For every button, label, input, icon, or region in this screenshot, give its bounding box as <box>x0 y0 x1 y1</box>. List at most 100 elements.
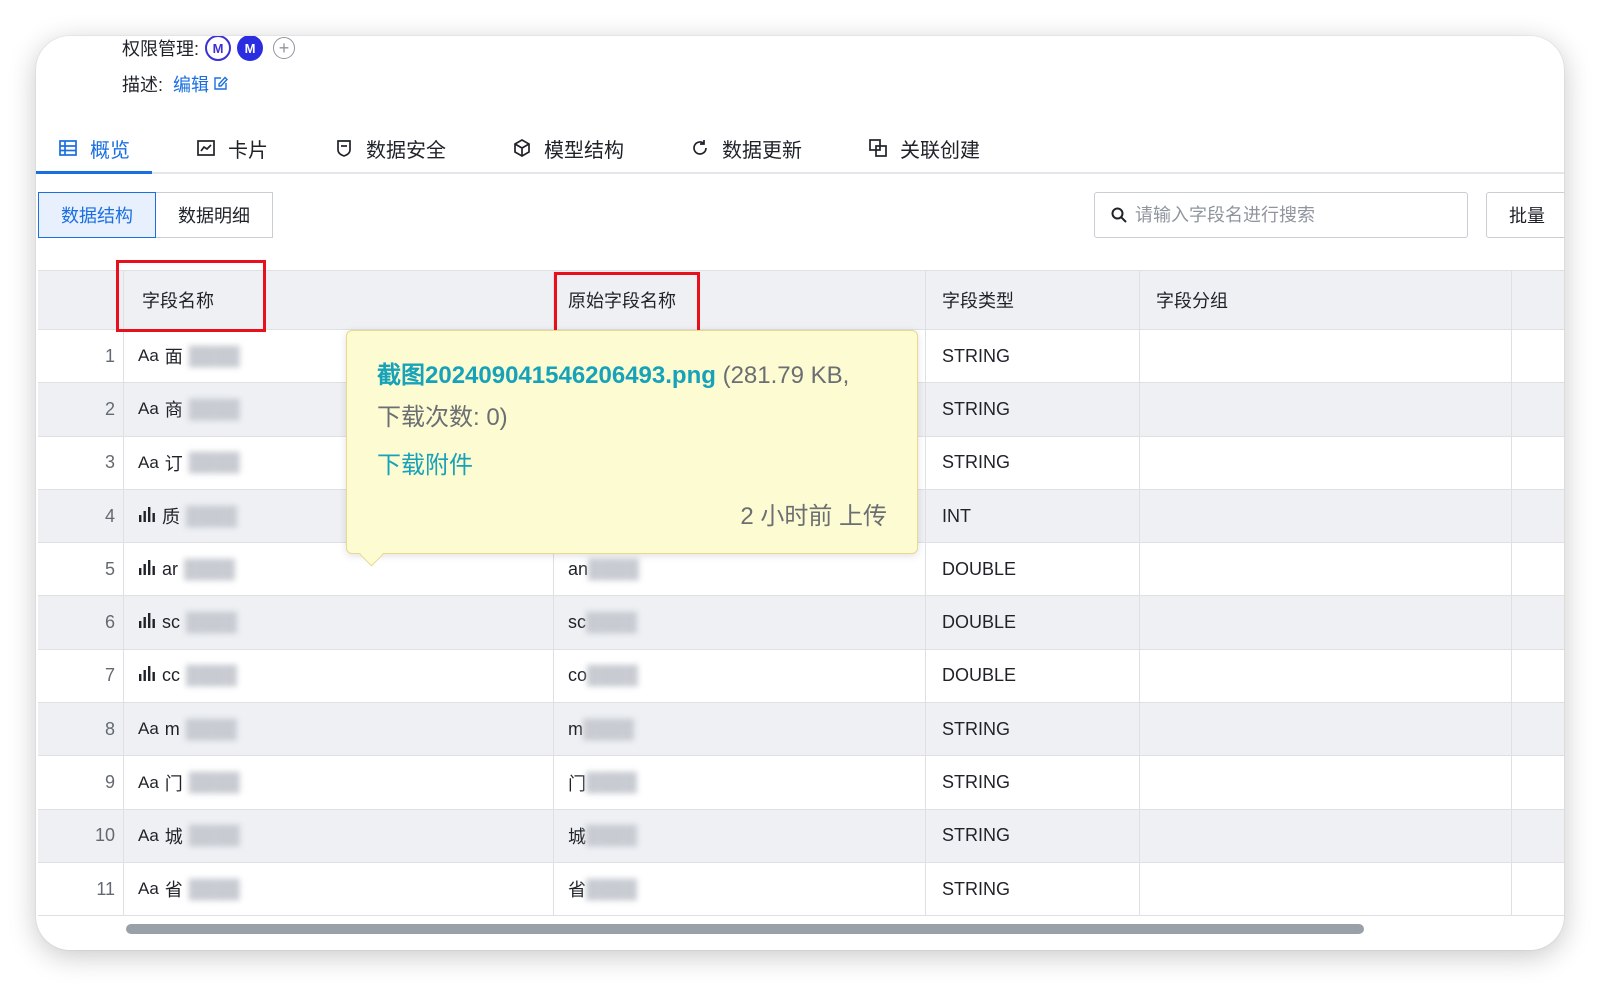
search-input[interactable] <box>1135 204 1435 226</box>
raw-name-cell[interactable]: m ████ <box>554 703 926 756</box>
field-type-cell[interactable]: DOUBLE <box>926 596 1140 649</box>
field-group-cell[interactable] <box>1140 543 1512 596</box>
edit-label: 编辑 <box>173 75 210 95</box>
field-name-cell[interactable]: Aa 门 ████ <box>124 756 554 809</box>
field-group-cell[interactable] <box>1140 596 1512 649</box>
text-type-icon: Aa <box>138 719 159 739</box>
field-type-cell[interactable]: DOUBLE <box>926 649 1140 703</box>
col-header-field-type[interactable]: 字段类型 <box>926 271 1140 329</box>
avatar[interactable]: M <box>237 36 264 61</box>
extra-cell <box>1512 703 1564 755</box>
search-icon <box>1111 207 1127 223</box>
field-type-cell[interactable]: INT <box>926 489 1140 543</box>
tab-data-update[interactable]: 数据更新 <box>668 124 824 172</box>
blurred-text: ████ <box>588 558 640 579</box>
field-group-cell[interactable] <box>1140 862 1512 916</box>
attachment-file-name[interactable]: 截图20240904154620649​3.png <box>377 362 716 389</box>
tab-label: 数据更新 <box>722 139 802 162</box>
field-type-cell[interactable]: STRING <box>926 809 1140 862</box>
batch-button[interactable]: 批量 <box>1486 192 1564 238</box>
blurred-text: ████ <box>188 345 240 366</box>
field-name: 面 <box>164 347 183 368</box>
highlight-box-raw-name <box>554 272 700 334</box>
tab-label: 数据安全 <box>366 139 446 162</box>
attachment-download-count: 下载次数: 0) <box>377 404 508 431</box>
extra-cell <box>1512 437 1564 489</box>
raw-field-name: an <box>568 558 589 579</box>
row-index: 7 <box>38 649 124 703</box>
field-group-cell[interactable] <box>1140 809 1512 862</box>
field-name-cell[interactable]: Aa 城 ████ <box>124 809 554 862</box>
download-attachment-link[interactable]: 下载附件 <box>377 445 473 480</box>
field-type-cell[interactable]: STRING <box>926 436 1140 489</box>
data-structure-button[interactable]: 数据结构 <box>38 192 156 238</box>
field-group-cell[interactable] <box>1140 649 1512 703</box>
blurred-text: ████ <box>188 452 240 473</box>
permission-label: 权限管理: <box>122 39 200 59</box>
field-type-cell[interactable]: STRING <box>926 862 1140 916</box>
table-row[interactable]: 9 Aa 门 ████ 门 ████ STRING <box>38 756 1564 810</box>
table-row[interactable]: 6 sc ████ sc ████ DOUBLE <box>38 596 1564 650</box>
extra-cell <box>1512 490 1564 542</box>
blurred-text: ████ <box>188 878 240 899</box>
blurred-text: ████ <box>587 665 639 686</box>
blurred-text: ████ <box>184 558 236 579</box>
tab-link-create[interactable]: 关联创建 <box>846 124 1002 172</box>
field-group-cell[interactable] <box>1140 383 1512 436</box>
table-row[interactable]: 8 Aa m ████ m ████ STRING <box>38 703 1564 757</box>
tab-card[interactable]: 卡片 <box>174 124 290 172</box>
field-name-cell[interactable]: Aa m ████ <box>124 703 554 756</box>
field-group-cell[interactable] <box>1140 756 1512 809</box>
tab-data-security[interactable]: 数据安全 <box>312 124 468 172</box>
raw-name-cell[interactable]: co ████ <box>554 649 926 703</box>
col-header-extra <box>1512 271 1564 329</box>
table-row[interactable]: 11 Aa 省 ████ 省 ████ STRING <box>38 862 1564 917</box>
row-index: 2 <box>38 383 124 436</box>
raw-name-cell[interactable]: 门 ████ <box>554 756 926 809</box>
dataset-panel: 权限管理: M M + 描述: 编辑 概览 卡片 数据安全 模型结构 数据更新 … <box>36 36 1564 950</box>
raw-field-name: 省 <box>568 880 586 901</box>
blurred-text: ████ <box>586 612 638 633</box>
extra-cell <box>1512 756 1564 808</box>
tab-label: 关联创建 <box>900 139 980 162</box>
field-name: ar <box>162 558 179 579</box>
raw-name-cell[interactable]: sc ████ <box>554 596 926 649</box>
col-header-field-group[interactable]: 字段分组 <box>1140 271 1512 329</box>
field-name-cell[interactable]: cc ████ <box>124 649 554 703</box>
field-group-cell[interactable] <box>1140 330 1512 383</box>
shield-icon <box>337 140 351 157</box>
tab-label: 模型结构 <box>544 139 624 162</box>
table-row[interactable]: 7 cc ████ co ████ DOUBLE <box>38 649 1564 704</box>
raw-name-cell[interactable]: 城 ████ <box>554 809 926 862</box>
field-type-cell[interactable]: STRING <box>926 330 1140 383</box>
index-header <box>38 271 124 329</box>
table-row[interactable]: 10 Aa 城 ████ 城 ████ STRING <box>38 809 1564 863</box>
tab-model-structure[interactable]: 模型结构 <box>490 124 646 172</box>
raw-name-cell[interactable]: 省 ████ <box>554 862 926 916</box>
field-name: 订 <box>164 453 183 474</box>
field-name: cc <box>162 665 180 686</box>
tab-overview[interactable]: 概览 <box>36 124 152 174</box>
horizontal-scrollbar[interactable] <box>126 924 1364 934</box>
field-type-cell[interactable]: STRING <box>926 383 1140 436</box>
raw-field-name: sc <box>568 612 586 633</box>
add-circle-icon[interactable]: + <box>273 37 296 59</box>
avatar[interactable]: M <box>205 36 232 61</box>
field-name-cell[interactable]: Aa 省 ████ <box>124 862 554 916</box>
row-index: 6 <box>38 596 124 649</box>
text-type-icon: Aa <box>138 825 159 845</box>
data-detail-button[interactable]: 数据明细 <box>156 192 273 238</box>
field-group-cell[interactable] <box>1140 436 1512 489</box>
field-group-cell[interactable] <box>1140 489 1512 543</box>
field-type-cell[interactable]: STRING <box>926 756 1140 809</box>
edit-description-link[interactable]: 编辑 <box>173 71 228 97</box>
field-name-cell[interactable]: sc ████ <box>124 596 554 649</box>
permission-row: 权限管理: M M + <box>122 36 296 61</box>
measure-type-icon <box>138 506 156 527</box>
extra-cell <box>1512 383 1564 435</box>
field-name: 门 <box>164 773 183 794</box>
field-type-cell[interactable]: STRING <box>926 703 1140 756</box>
field-group-cell[interactable] <box>1140 703 1512 756</box>
field-type-cell[interactable]: DOUBLE <box>926 543 1140 596</box>
table-header: 字段名称 原始字段名称 字段类型 字段分组 <box>38 270 1564 330</box>
